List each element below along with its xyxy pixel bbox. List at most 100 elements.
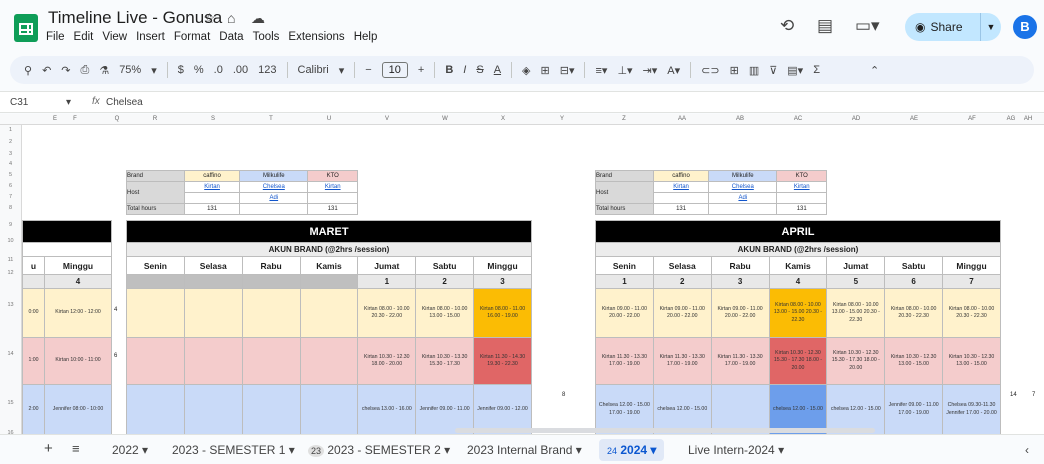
row-header[interactable]: 14 (0, 333, 21, 380)
hours-cell[interactable] (708, 203, 778, 215)
hours-cell[interactable] (239, 203, 309, 215)
col-header[interactable]: Q (112, 116, 122, 122)
zoom-select[interactable]: 75% (119, 64, 141, 76)
schedule-cell[interactable]: Kirtan 10.30 - 12.30 13.00 - 15.00 (884, 337, 944, 385)
tab-2024[interactable]: 24 2024 ▾ (599, 439, 665, 461)
document-title[interactable]: Timeline Live - Gonusa (48, 8, 222, 28)
col-header[interactable]: F (40, 116, 110, 122)
brand-cell[interactable]: caffino (183, 170, 241, 182)
hours-cell[interactable]: 131 (307, 203, 358, 215)
hours-cell[interactable]: 131 (183, 203, 241, 215)
add-sheet-icon[interactable]: + (44, 440, 53, 457)
row-header[interactable]: 3 (0, 149, 21, 161)
schedule-cell[interactable]: chelsea 12.00 - 15.00 (826, 384, 886, 434)
italic-icon[interactable]: I (463, 64, 466, 76)
schedule-cell[interactable]: Kirtan 11.30 - 13.30 17.00 - 19.00 (595, 337, 654, 385)
vertical-align-icon[interactable]: ⊥▾ (617, 64, 632, 77)
schedule-cell[interactable]: Kirtan 11.30 - 13.30 17.00 - 19.00 (710, 337, 770, 385)
schedule-cell[interactable]: Jennifer 09.00 - 12.00 (473, 384, 532, 434)
row-header[interactable]: 12 (0, 270, 21, 284)
schedule-cell[interactable]: Chelsea 12.00 - 15.00 17.00 - 19.00 (595, 384, 654, 434)
schedule-cell[interactable]: chelsea 12.00 - 15.00 (652, 384, 712, 434)
strikethrough-icon[interactable]: S (476, 64, 483, 76)
row-header[interactable]: 7 (0, 194, 21, 205)
schedule-cell[interactable]: Kirtan 08.00 - 11.00 16.00 - 19.00 (473, 288, 532, 338)
schedule-cell[interactable] (299, 288, 359, 338)
host-cell[interactable]: Kirtan (776, 181, 827, 193)
menu-format[interactable]: Format (174, 31, 210, 43)
schedule-cell[interactable]: Jennifer 09.00 - 11.00 (415, 384, 475, 434)
paint-format-icon[interactable]: ⚗ (99, 64, 109, 77)
print-icon[interactable]: ⎙ (81, 64, 90, 77)
tab-2022[interactable]: 2022 ▾ (112, 443, 148, 457)
schedule-cell[interactable]: Kirtan 08.00 - 10.00 20.30 - 22.30 (942, 288, 1001, 338)
borders-icon[interactable]: ⊞ (541, 64, 550, 77)
comments-icon[interactable]: ▤ (817, 16, 833, 36)
menu-edit[interactable]: Edit (74, 31, 94, 43)
col-header[interactable]: AA (653, 116, 711, 122)
schedule-cell[interactable]: Chelsea 09.30-11.30 Jennifer 17.00 - 20.… (942, 384, 1001, 434)
brand-cell[interactable]: KTO (776, 170, 827, 182)
schedule-cell[interactable]: Kirtan 11.30 - 13.30 17.00 - 19.00 (652, 337, 712, 385)
increase-decimal[interactable]: .00 (233, 64, 248, 76)
redo-icon[interactable]: ↷ (61, 64, 70, 77)
cell[interactable] (652, 192, 710, 204)
schedule-cell[interactable]: Kirtan 09.00 - 11.00 20.00 - 22.00 (595, 288, 654, 338)
hours-cell[interactable]: 131 (652, 203, 710, 215)
brand-cell[interactable]: KTO (307, 170, 358, 182)
schedule-cell[interactable]: Kirtan 08.00 - 10.00 13.00 - 15.00 20.30… (826, 288, 886, 338)
schedule-cell[interactable] (241, 288, 301, 338)
font-size-decrease[interactable]: − (365, 64, 371, 76)
formula-input[interactable]: Chelsea (106, 97, 143, 108)
font-size-increase[interactable]: + (418, 64, 424, 76)
row-header[interactable]: 10 (0, 238, 21, 252)
schedule-cell[interactable] (241, 384, 301, 434)
row-header[interactable]: 9 (0, 216, 21, 238)
schedule-cell[interactable]: Jennifer 09.00 - 11.00 17.00 - 19.00 (884, 384, 944, 434)
schedule-cell[interactable]: Kirtan 12:00 - 12:00 (44, 288, 112, 338)
col-header[interactable]: R (126, 116, 184, 122)
hours-cell[interactable]: 131 (776, 203, 827, 215)
schedule-cell[interactable]: 2:00 (22, 384, 45, 434)
host-cell[interactable]: Chelsea (239, 181, 309, 193)
merge-cells-icon[interactable]: ⊟▾ (560, 64, 575, 77)
row-header[interactable]: 6 (0, 183, 21, 194)
cell[interactable] (183, 192, 241, 204)
chevron-down-icon[interactable]: ▾ (151, 64, 157, 77)
tab-2023-semester-2[interactable]: 23 2023 - SEMESTER 2 ▾ (308, 443, 450, 457)
move-folder-icon[interactable]: ⌂ (227, 10, 235, 26)
row-header[interactable]: 8 (0, 205, 21, 216)
font-size-input[interactable]: 10 (381, 62, 408, 78)
schedule-cell[interactable]: Kirtan 10.30 - 12.30 15.30 - 17.30 18.00… (768, 337, 828, 385)
schedule-cell[interactable]: Kirtan 09.00 - 11.00 20.00 - 22.00 (710, 288, 770, 338)
schedule-cell[interactable]: Kirtan 09.00 - 11.00 20.00 - 22.00 (652, 288, 712, 338)
tab-2023-internal-brand[interactable]: 2023 Internal Brand ▾ (467, 443, 582, 457)
text-wrap-icon[interactable]: ⇥▾ (643, 64, 658, 77)
chevron-down-icon[interactable]: ▾ (66, 97, 71, 108)
host-cell[interactable]: Kirtan (652, 181, 710, 193)
col-header[interactable]: AF (943, 116, 1001, 122)
filter-views-icon[interactable]: ▤▾ (787, 64, 803, 77)
col-header[interactable]: X (474, 116, 532, 122)
undo-icon[interactable]: ↶ (42, 64, 51, 77)
host-cell[interactable]: Chelsea (708, 181, 778, 193)
sheets-logo-icon[interactable] (14, 14, 38, 42)
col-header[interactable]: AE (885, 116, 943, 122)
percent-format[interactable]: % (194, 64, 204, 76)
schedule-cell[interactable] (183, 288, 243, 338)
decrease-decimal[interactable]: .0 (214, 64, 223, 76)
fill-color-icon[interactable]: ◈ (522, 64, 530, 77)
brand-cell[interactable]: Milkulife (239, 170, 309, 182)
star-icon[interactable]: ☆ (203, 10, 216, 27)
menu-tools[interactable]: Tools (253, 31, 280, 43)
col-header[interactable]: Z (595, 116, 653, 122)
name-box[interactable]: C31 (10, 97, 28, 108)
tab-live-intern-2024[interactable]: Live Intern-2024 ▾ (688, 443, 784, 457)
font-select[interactable]: Calibri (298, 64, 329, 76)
schedule-cell[interactable]: Kirtan 10.30 - 12.30 15.30 - 17.30 18.00… (826, 337, 886, 385)
menu-data[interactable]: Data (219, 31, 243, 43)
schedule-cell[interactable] (299, 337, 359, 385)
menu-help[interactable]: Help (354, 31, 378, 43)
host-cell[interactable]: Kirtan (307, 181, 358, 193)
insert-chart-icon[interactable]: ▥ (749, 64, 759, 77)
